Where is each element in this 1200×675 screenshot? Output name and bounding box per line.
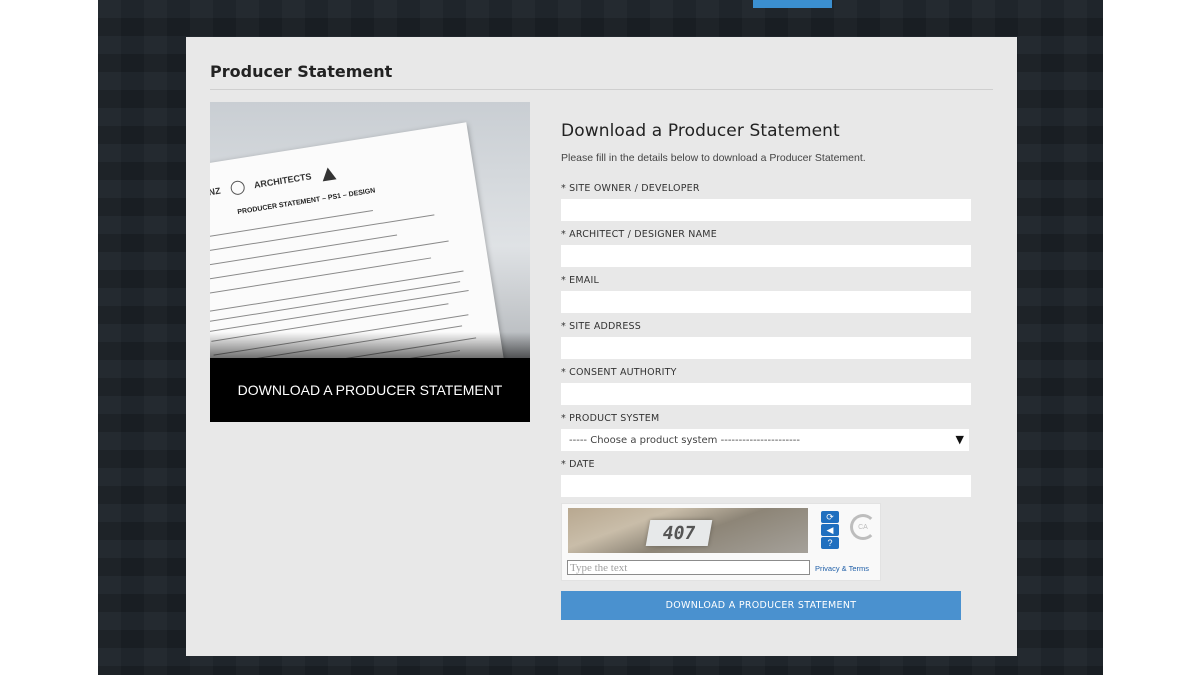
help-icon[interactable]: ?	[821, 537, 839, 549]
top-nav-tab[interactable]	[753, 0, 832, 8]
document-text-line	[210, 209, 373, 240]
date-label: * DATE	[561, 459, 595, 470]
seal-icon	[229, 179, 246, 196]
card-title: Producer Statement	[210, 62, 393, 81]
architect-label: * ARCHITECT / DESIGNER NAME	[561, 229, 717, 240]
site-owner-input[interactable]	[561, 199, 971, 221]
captcha-image: 407	[568, 508, 808, 553]
product-system-label: * PRODUCT SYSTEM	[561, 413, 660, 424]
captcha-input[interactable]	[567, 560, 810, 575]
site-owner-label: * SITE OWNER / DEVELOPER	[561, 183, 700, 194]
architect-input[interactable]	[561, 245, 971, 267]
site-address-input[interactable]	[561, 337, 971, 359]
architects-logo: ARCHITECTS	[253, 171, 313, 191]
product-system-selected: ----- Choose a product system ----------…	[569, 434, 800, 446]
captcha-logo-icon: CA	[850, 514, 876, 540]
audio-icon[interactable]: ◀	[821, 524, 839, 536]
captcha-widget: 407 ⟳ ◀ ? CA Privacy & Terms	[561, 503, 881, 581]
promo-banner[interactable]: DOWNLOAD A PRODUCER STATEMENT	[210, 358, 530, 422]
triangle-logo-icon	[320, 165, 337, 182]
promo-fade	[210, 332, 530, 358]
product-system-select[interactable]: ----- Choose a product system ----------…	[561, 429, 969, 451]
producer-statement-form: Download a Producer Statement Please fil…	[561, 121, 981, 620]
date-input[interactable]	[561, 475, 971, 497]
captcha-controls: ⟳ ◀ ?	[821, 511, 839, 549]
captcha-plate: 407	[645, 520, 713, 546]
ipenz-logo: IPENZ	[210, 185, 222, 200]
email-label: * EMAIL	[561, 275, 599, 286]
refresh-icon[interactable]: ⟳	[821, 511, 839, 523]
promo-image[interactable]: IPENZ ARCHITECTS PRODUCER STATEMENT – PS…	[210, 102, 530, 422]
consent-authority-label: * CONSENT AUTHORITY	[561, 367, 677, 378]
document-text-line	[210, 234, 398, 267]
form-heading: Download a Producer Statement	[561, 121, 840, 141]
document-text-line	[210, 257, 432, 295]
consent-authority-input[interactable]	[561, 383, 971, 405]
captcha-privacy-link[interactable]: Privacy & Terms	[815, 564, 869, 573]
card-divider	[210, 89, 993, 90]
document-text-line	[210, 289, 469, 332]
email-input[interactable]	[561, 291, 971, 313]
caret-down-icon: ▼	[955, 433, 964, 446]
producer-statement-card: Producer Statement IPENZ ARCHITECTS PROD…	[186, 37, 1017, 656]
captcha-logo-text: CA	[858, 523, 868, 531]
form-intro: Please fill in the details below to down…	[561, 152, 866, 164]
download-submit-button[interactable]: DOWNLOAD A PRODUCER STATEMENT	[561, 591, 961, 620]
site-address-label: * SITE ADDRESS	[561, 321, 642, 332]
